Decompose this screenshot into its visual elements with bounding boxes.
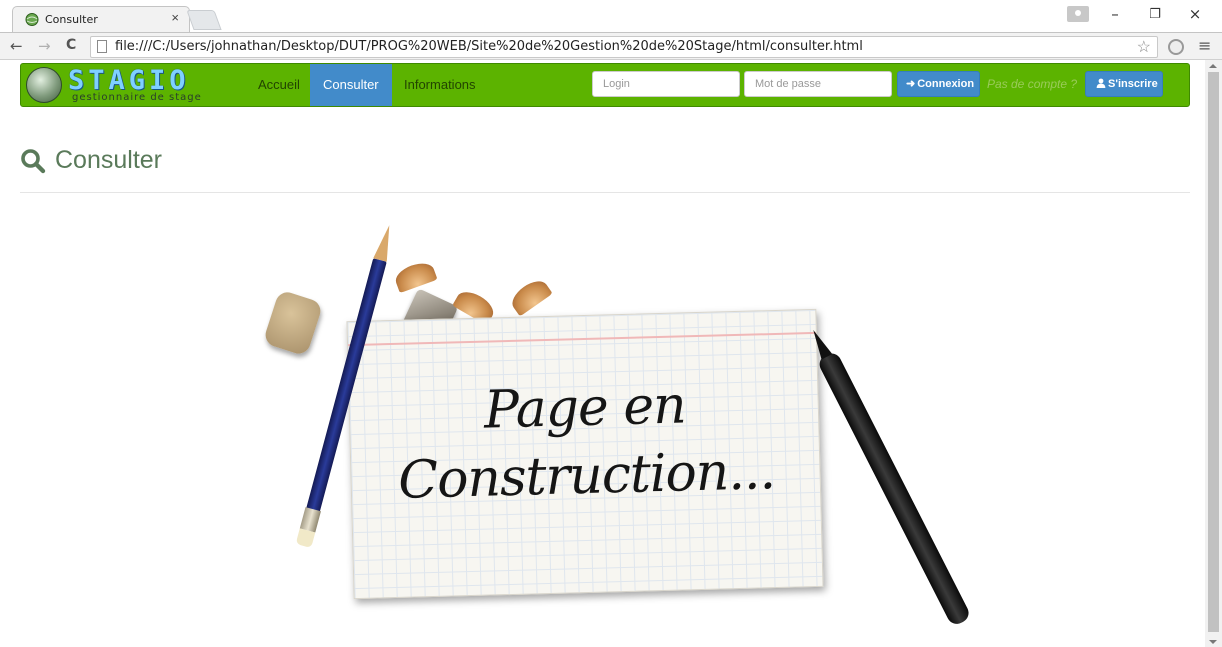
minimize-button[interactable]: – [1101,5,1129,23]
globe-logo-icon [26,67,62,103]
shaving-icon [392,258,438,294]
connexion-button[interactable]: ➜ Connexion [897,71,980,97]
extension-icon[interactable] [1168,39,1184,55]
back-arrow-icon[interactable]: ← [10,37,23,55]
scrollbar-thumb[interactable] [1208,72,1219,632]
construction-line-1: Page en [483,375,687,441]
reload-icon[interactable]: C [66,37,76,53]
user-icon [1096,72,1106,96]
pencil-eraser [295,528,316,548]
forward-arrow-icon[interactable]: → [38,37,51,55]
url-text[interactable]: file:///C:/Users/johnathan/Desktop/DUT/P… [115,39,863,54]
paper-margin-line [348,331,816,347]
marker-pen-icon [807,327,972,628]
scroll-down-icon[interactable] [1209,640,1217,644]
nav-accueil[interactable]: Accueil [245,64,313,106]
browser-toolbar: ← → C file:///C:/Users/johnathan/Desktop… [0,32,1222,60]
under-construction-image: Page en Construction... [255,223,975,647]
nav-consulter[interactable]: Consulter [310,64,392,106]
heading-divider [20,192,1190,193]
shaving-icon [507,275,553,317]
nav-informations[interactable]: Informations [391,64,489,106]
pencil-tip [373,223,397,262]
eraser-icon [262,289,324,357]
site-logo[interactable]: STAGIO gestionnaire de stage [24,65,239,104]
construction-line-2: Construction... [397,441,776,511]
browser-menu-icon[interactable]: ≡ [1198,36,1211,55]
connexion-label: Connexion [917,78,975,90]
scroll-up-icon[interactable] [1209,64,1217,68]
close-window-button[interactable]: × [1181,5,1209,23]
page-icon [97,40,107,53]
bookmark-star-icon[interactable]: ☆ [1137,37,1151,57]
user-profile-icon[interactable] [1067,6,1089,22]
page-viewport: STAGIO gestionnaire de stage Accueil Con… [0,60,1222,647]
page-title: Consulter [55,146,162,174]
browser-tabstrip: Consulter × – ❐ × [0,0,1222,32]
password-input[interactable] [744,71,892,97]
login-input[interactable] [592,71,740,97]
address-bar[interactable]: file:///C:/Users/johnathan/Desktop/DUT/P… [90,36,1158,58]
tab-title: Consulter [45,13,98,26]
brand-tagline: gestionnaire de stage [72,92,202,103]
signup-button[interactable]: S'inscrire [1085,71,1163,97]
restore-button[interactable]: ❐ [1141,7,1169,22]
new-tab-button[interactable] [186,10,222,30]
tab-close-icon[interactable]: × [171,10,179,25]
signup-label: S'inscrire [1108,78,1158,90]
no-account-text: Pas de compte ? [987,77,1078,91]
browser-tab[interactable]: Consulter × [12,6,190,32]
globe-favicon-icon [25,13,39,26]
site-navbar: STAGIO gestionnaire de stage Accueil Con… [20,63,1190,107]
construction-paper: Page en Construction... [346,308,824,600]
sign-in-icon: ➜ [906,78,916,90]
search-icon [21,149,46,174]
page-scrollbar[interactable] [1205,60,1222,647]
